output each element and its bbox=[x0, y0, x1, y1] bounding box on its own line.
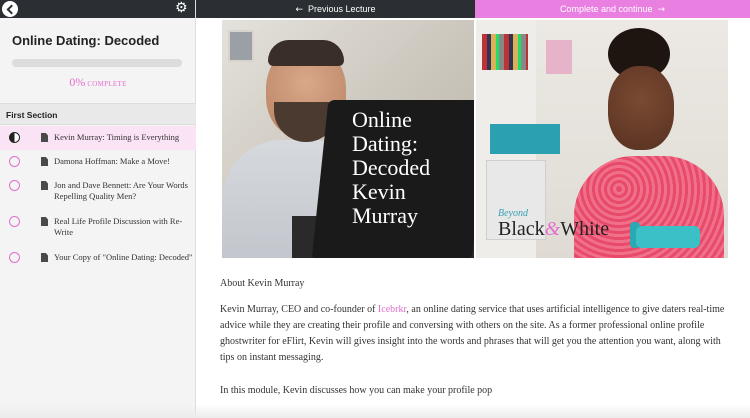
progress-bar bbox=[12, 59, 182, 67]
lesson-item-3[interactable]: Jon and Dave Bennett: Are Your Words Rep… bbox=[0, 174, 196, 210]
lesson-item-4[interactable]: Real Life Profile Discussion with Re-Wri… bbox=[0, 210, 196, 246]
lesson-status-icon bbox=[9, 180, 20, 191]
bio-text-before: Kevin Murray, CEO and co-founder of bbox=[220, 304, 378, 315]
progress-label: COMPLETE bbox=[87, 80, 127, 88]
lesson-title: Jon and Dave Bennett: Are Your Words Rep… bbox=[54, 180, 188, 201]
about-heading: About Kevin Murray bbox=[220, 278, 305, 289]
video-overlay-title: Online Dating: Decoded Kevin Murray bbox=[352, 107, 431, 228]
back-chevron-icon[interactable] bbox=[2, 1, 18, 17]
speaker-photo-left: Online Dating: Decoded Kevin Murray bbox=[222, 20, 474, 258]
lesson-title: Kevin Murray: Timing is Everything bbox=[54, 132, 180, 142]
complete-and-continue-label: Complete and continue bbox=[560, 4, 665, 14]
brand-big-text: Black&White bbox=[498, 218, 609, 241]
lesson-item-5[interactable]: Your Copy of "Online Dating: Decoded" bbox=[0, 246, 196, 282]
bio-paragraph: Kevin Murray, CEO and co-founder of Iceb… bbox=[220, 302, 732, 366]
section-title: First Section bbox=[0, 103, 196, 125]
document-icon bbox=[41, 253, 48, 262]
lesson-title: Damona Hoffman: Make a Move! bbox=[54, 156, 170, 166]
gear-icon[interactable]: ⚙ bbox=[175, 1, 189, 15]
host-head bbox=[608, 66, 674, 150]
lecture-nav-bar: Previous Lecture Complete and continue bbox=[196, 0, 750, 18]
speaker-hair bbox=[268, 40, 344, 66]
lesson-status-icon bbox=[9, 216, 20, 227]
course-title: Online Dating: Decoded bbox=[12, 33, 160, 48]
lesson-status-icon bbox=[9, 156, 20, 167]
previous-lecture-button[interactable]: Previous Lecture bbox=[196, 0, 475, 18]
lesson-title: Real Life Profile Discussion with Re-Wri… bbox=[54, 216, 183, 237]
lesson-status-icon bbox=[9, 252, 20, 263]
lesson-title: Your Copy of "Online Dating: Decoded" bbox=[54, 252, 193, 262]
pink-frame bbox=[546, 40, 572, 74]
books bbox=[482, 34, 528, 70]
lesson-item-2[interactable]: Damona Hoffman: Make a Move! bbox=[0, 150, 196, 174]
complete-and-continue-button[interactable]: Complete and continue bbox=[475, 0, 750, 18]
icebrkr-link[interactable]: Icebrkr bbox=[378, 304, 406, 315]
previous-lecture-label: Previous Lecture bbox=[295, 4, 375, 14]
speaker-photo-right: Beyond Black&White bbox=[476, 20, 728, 258]
brand-white: White bbox=[560, 218, 610, 240]
brand-black: Black bbox=[498, 218, 545, 240]
document-icon bbox=[41, 217, 48, 226]
wall-frame bbox=[228, 30, 254, 62]
lesson-item-1[interactable]: Kevin Murray: Timing is Everything bbox=[0, 126, 196, 150]
teal-box bbox=[490, 124, 560, 154]
lesson-list: Kevin Murray: Timing is Everything Damon… bbox=[0, 126, 196, 282]
lecture-video[interactable]: Online Dating: Decoded Kevin Murray Beyo… bbox=[222, 20, 728, 258]
lesson-status-icon bbox=[9, 132, 20, 143]
document-icon bbox=[41, 181, 48, 190]
document-icon bbox=[41, 133, 48, 142]
progress-percent: 0% bbox=[69, 75, 86, 89]
sidebar-topbar: ⚙ bbox=[0, 0, 195, 18]
module-intro: In this module, Kevin discusses how you … bbox=[220, 385, 493, 396]
bottom-fade bbox=[0, 404, 750, 418]
couch-logo-icon bbox=[636, 226, 700, 248]
document-icon bbox=[41, 157, 48, 166]
brand-ampersand: & bbox=[544, 218, 561, 240]
course-sidebar: ⚙ Online Dating: Decoded 0% COMPLETE Firs… bbox=[0, 0, 196, 418]
progress-text: 0% COMPLETE bbox=[0, 73, 196, 91]
